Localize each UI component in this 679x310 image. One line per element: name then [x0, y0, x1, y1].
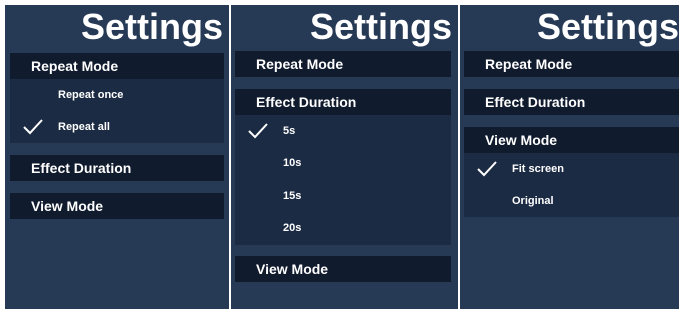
settings-panel-repeat-mode: Settings Repeat Mode Repeat once Repeat …	[5, 5, 229, 309]
page-title: Settings	[80, 6, 223, 47]
option-label: Repeat once	[58, 89, 124, 101]
effect-duration-options: 5s 10s 15s 20s	[235, 115, 451, 245]
checkmark-icon	[247, 122, 269, 140]
option-repeat-all[interactable]: Repeat all	[10, 111, 224, 143]
option-repeat-once[interactable]: Repeat once	[10, 79, 224, 111]
section-effect-duration[interactable]: Effect Duration	[464, 89, 679, 115]
section-label: Effect Duration	[485, 94, 586, 110]
option-label: 15s	[283, 190, 302, 202]
section-repeat-mode[interactable]: Repeat Mode	[464, 51, 679, 77]
option-10s[interactable]: 10s	[235, 147, 451, 179]
option-label: Original	[512, 195, 554, 207]
section-label: Repeat Mode	[31, 58, 119, 74]
checkmark-icon	[476, 160, 498, 178]
checkmark-icon	[22, 118, 44, 136]
section-repeat-mode[interactable]: Repeat Mode	[235, 51, 451, 77]
section-label: Repeat Mode	[485, 56, 573, 72]
page-title: Settings	[536, 6, 679, 47]
section-label: Repeat Mode	[256, 56, 344, 72]
option-15s[interactable]: 15s	[235, 180, 451, 212]
option-fit-screen[interactable]: Fit screen	[464, 153, 679, 185]
option-label: 10s	[283, 157, 302, 169]
view-mode-options: Fit screen Original	[464, 153, 679, 217]
repeat-mode-options: Repeat once Repeat all	[10, 79, 224, 143]
option-label: Fit screen	[512, 163, 564, 175]
section-effect-duration[interactable]: Effect Duration	[235, 89, 451, 115]
option-original[interactable]: Original	[464, 185, 679, 217]
option-5s[interactable]: 5s	[235, 115, 451, 147]
section-view-mode[interactable]: View Mode	[464, 127, 679, 153]
section-label: View Mode	[485, 132, 558, 148]
settings-panel-effect-duration: Settings Repeat Mode Effect Duration 5s …	[231, 5, 458, 309]
section-label: View Mode	[31, 198, 104, 214]
section-label: Effect Duration	[256, 94, 357, 110]
section-label: Effect Duration	[31, 160, 132, 176]
page-title: Settings	[309, 6, 452, 47]
section-view-mode[interactable]: View Mode	[235, 256, 451, 282]
option-20s[interactable]: 20s	[235, 212, 451, 244]
option-label: 20s	[283, 222, 302, 234]
option-label: Repeat all	[58, 121, 110, 133]
section-view-mode[interactable]: View Mode	[10, 193, 224, 219]
option-label: 5s	[283, 125, 296, 137]
section-repeat-mode[interactable]: Repeat Mode	[10, 53, 224, 79]
settings-panel-view-mode: Settings Repeat Mode Effect Duration Vie…	[460, 5, 679, 309]
section-label: View Mode	[256, 261, 329, 277]
section-effect-duration[interactable]: Effect Duration	[10, 155, 224, 181]
